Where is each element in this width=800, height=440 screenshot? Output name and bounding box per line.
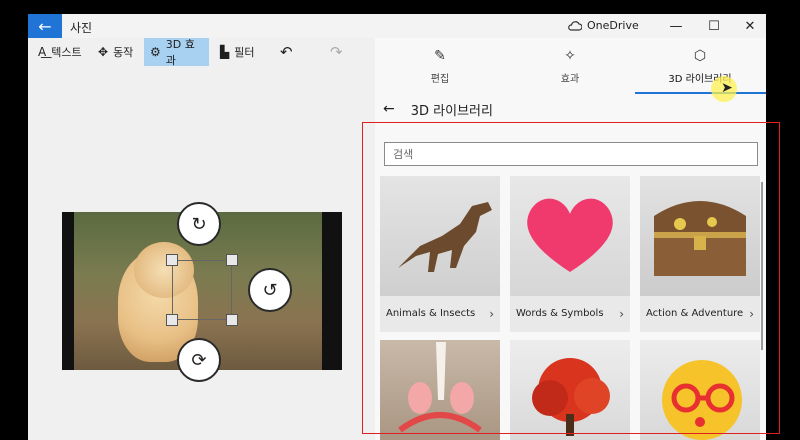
category-label: Animals & Insects: [386, 308, 476, 319]
undo-icon: ↶: [280, 43, 293, 61]
tab-edit-label: 편집: [430, 73, 450, 85]
motion-tool-button[interactable]: ✥ 동작: [92, 38, 139, 66]
rotate-x-handle[interactable]: ↻: [177, 202, 221, 246]
panel-tabs: ✎ 편집 ✧ 효과 ⬡ 3D 라이브러리 ➤: [375, 38, 766, 102]
category-card-animals[interactable]: Animals & Insects ›: [380, 176, 500, 332]
editor-toolbar: A͟ 텍스트 ✥ 동작 ⚙ 3D 효과 ▙ 필터 ↶ ↷: [28, 38, 375, 68]
redo-button[interactable]: ↷: [324, 38, 349, 66]
pencil-icon: ✎: [434, 47, 446, 64]
maximize-icon: ☐: [708, 18, 720, 34]
selection-box: [172, 260, 232, 320]
filter-tool-button[interactable]: ▙ 필터: [214, 38, 260, 66]
sparkle-icon: ✧: [564, 47, 576, 64]
3d-effects-icon: ⚙: [150, 45, 161, 59]
category-card-unicorn[interactable]: [380, 340, 500, 440]
heart-model-thumb: [510, 176, 630, 296]
minimize-icon: —: [669, 18, 683, 34]
library-grid: Animals & Insects › Words & Symbols › Ac…: [380, 176, 763, 440]
library-header: ← 3D 라이브러리: [383, 98, 493, 120]
maximize-button[interactable]: ☐: [696, 14, 732, 38]
unicorn-horn-model-thumb: [380, 340, 500, 440]
dinosaur-model-thumb: [380, 176, 500, 296]
minimize-button[interactable]: —: [658, 14, 694, 38]
back-button[interactable]: ←: [28, 14, 62, 38]
category-card-tree[interactable]: [510, 340, 630, 440]
undo-button[interactable]: ↶: [274, 38, 299, 66]
chevron-right-icon: ›: [619, 307, 624, 321]
chevron-right-icon: ›: [489, 307, 494, 321]
resize-handle-bottom-left[interactable]: [166, 314, 178, 326]
rotate-y-handle[interactable]: ↺: [248, 268, 292, 312]
tab-edit[interactable]: ✎ 편집: [375, 38, 505, 94]
cube-icon: ⬡: [693, 47, 707, 64]
3d-effects-tool-label: 3D 효과: [165, 38, 195, 67]
rotate-y-icon: ↺: [262, 279, 278, 301]
category-label: Action & Adventure: [646, 308, 744, 319]
rotate-x-icon: ↻: [191, 213, 207, 235]
treasure-chest-model-thumb: [640, 176, 760, 296]
category-label: Words & Symbols: [516, 308, 604, 319]
library-title: 3D 라이브러리: [410, 103, 493, 119]
tab-3d-library[interactable]: ⬡ 3D 라이브러리: [635, 38, 765, 94]
chevron-right-icon: ›: [749, 307, 754, 321]
app-title: 사진: [70, 21, 93, 35]
motion-tool-label: 동작: [113, 46, 134, 59]
side-panel: ✎ 편집 ✧ 효과 ⬡ 3D 라이브러리 ➤ ← 3D 라이브러리 검색 Ani…: [375, 38, 766, 440]
rotate-z-handle[interactable]: ⟳: [177, 338, 221, 382]
rotate-z-icon: ⟳: [191, 349, 207, 371]
resize-handle-top-right[interactable]: [226, 254, 238, 266]
text-tool-button[interactable]: A͟ 텍스트: [32, 38, 88, 66]
category-card-words-symbols[interactable]: Words & Symbols ›: [510, 176, 630, 332]
emoji-glasses-model-thumb: [640, 340, 760, 440]
text-icon: A͟: [38, 45, 47, 59]
close-button[interactable]: ✕: [732, 14, 766, 38]
red-tree-model-thumb: [510, 340, 630, 440]
motion-icon: ✥: [98, 45, 109, 59]
library-scrollbar[interactable]: [761, 182, 763, 350]
editor-pane: A͟ 텍스트 ✥ 동작 ⚙ 3D 효과 ▙ 필터 ↶ ↷ ↻ ↺ ⟳: [28, 38, 375, 440]
mouse-cursor-icon: ➤: [721, 80, 733, 96]
resize-handle-bottom-right[interactable]: [226, 314, 238, 326]
tab-selected-indicator: [635, 92, 766, 94]
photos-window: ← 사진 OneDrive — ☐ ✕ A͟ 텍스트 ✥ 동작 ⚙ 3D 효과 …: [28, 14, 766, 440]
library-search-input[interactable]: [384, 142, 758, 166]
filter-tool-label: 필터: [234, 46, 255, 59]
tab-effects-label: 효과: [560, 73, 580, 85]
onedrive-label: OneDrive: [587, 19, 639, 32]
library-back-icon[interactable]: ←: [383, 101, 395, 117]
cloud-icon: [568, 20, 582, 31]
redo-icon: ↷: [330, 43, 343, 61]
title-bar: ← 사진 OneDrive — ☐ ✕: [28, 14, 766, 38]
3d-effects-tool-button[interactable]: ⚙ 3D 효과: [144, 38, 209, 67]
resize-handle-top-left[interactable]: [166, 254, 178, 266]
close-icon: ✕: [744, 18, 756, 34]
onedrive-button[interactable]: OneDrive: [568, 19, 639, 32]
back-arrow-icon: ←: [38, 16, 52, 36]
text-tool-label: 텍스트: [51, 46, 82, 59]
filter-icon: ▙: [220, 45, 230, 59]
photo-canvas[interactable]: ↻ ↺ ⟳: [62, 202, 342, 382]
category-card-action-adventure[interactable]: Action & Adventure ›: [640, 176, 760, 332]
tab-effects[interactable]: ✧ 효과: [505, 38, 635, 94]
category-card-emoji[interactable]: [640, 340, 760, 440]
